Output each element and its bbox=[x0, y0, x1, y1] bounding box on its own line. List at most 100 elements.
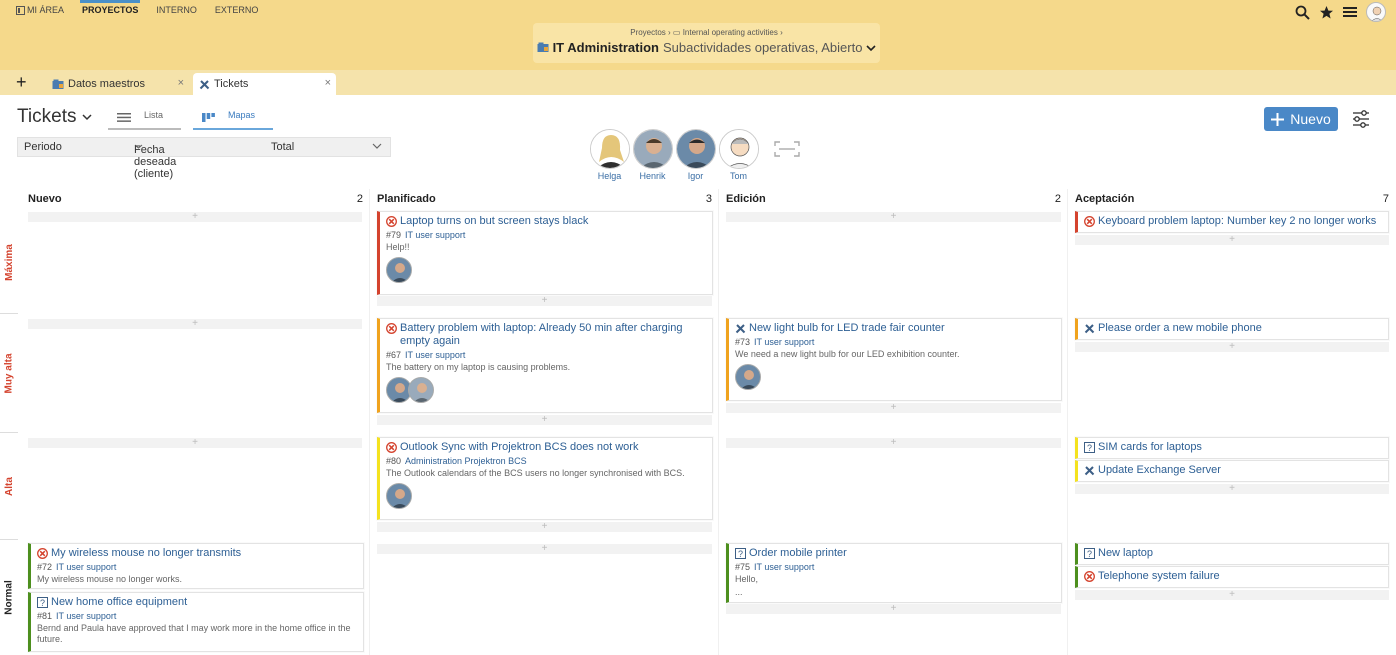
add-card-bar[interactable]: + bbox=[726, 403, 1061, 413]
nav-externo[interactable]: EXTERNO bbox=[215, 5, 259, 15]
view-mapas[interactable]: Mapas bbox=[193, 110, 274, 130]
card-title: Update Exchange Server bbox=[1098, 464, 1221, 476]
star-icon[interactable] bbox=[1318, 4, 1334, 20]
nav-interno[interactable]: INTERNO bbox=[156, 5, 197, 15]
tools-icon bbox=[1084, 323, 1095, 334]
add-card-bar[interactable]: + bbox=[377, 544, 712, 554]
add-card-bar[interactable]: + bbox=[377, 296, 712, 306]
ticket-card-telephone[interactable]: Telephone system failure bbox=[1075, 566, 1389, 588]
add-card-bar[interactable]: + bbox=[726, 604, 1061, 614]
svg-text:?: ? bbox=[1087, 443, 1092, 453]
menu-icon[interactable] bbox=[1342, 4, 1358, 20]
ticket-card-exchange[interactable]: Update Exchange Server bbox=[1075, 460, 1389, 482]
column-title: Nuevo bbox=[28, 193, 62, 205]
lane-label: Muy alta bbox=[3, 352, 15, 394]
add-tab-button[interactable]: + bbox=[16, 73, 27, 91]
avatar bbox=[386, 483, 412, 509]
ticket-card-keyboard[interactable]: Keyboard problem laptop: Number key 2 no… bbox=[1075, 211, 1389, 233]
lane-label: Alta bbox=[3, 476, 15, 496]
project-selector[interactable]: IT Administration Subactividades operati… bbox=[533, 40, 880, 55]
view-title-selector[interactable]: Tickets bbox=[17, 106, 92, 128]
person-igor[interactable]: Igor bbox=[675, 129, 716, 181]
add-card-bar[interactable]: + bbox=[726, 438, 1061, 448]
view-lista[interactable]: Lista bbox=[108, 110, 182, 130]
card-category[interactable]: IT user support bbox=[405, 230, 465, 240]
nav-proyectos[interactable]: PROYECTOS bbox=[80, 0, 141, 15]
ticket-card-new-laptop[interactable]: ? New laptop bbox=[1075, 543, 1389, 565]
card-category[interactable]: IT user support bbox=[754, 337, 814, 347]
top-icons bbox=[1294, 2, 1386, 22]
add-card-bar[interactable]: + bbox=[28, 438, 362, 448]
chevron-down-icon[interactable] bbox=[372, 141, 382, 153]
ticket-card-72[interactable]: My wireless mouse no longer transmits #7… bbox=[28, 543, 364, 589]
card-category[interactable]: IT user support bbox=[405, 350, 465, 360]
list-icon bbox=[117, 112, 131, 122]
add-card-bar[interactable]: + bbox=[1075, 590, 1389, 600]
breadcrumb[interactable]: Proyectos › ▭ Internal operating activit… bbox=[533, 28, 880, 37]
add-card-bar[interactable]: + bbox=[377, 415, 712, 425]
add-card-bar[interactable]: + bbox=[377, 522, 712, 532]
new-button[interactable]: Nuevo bbox=[1264, 107, 1338, 131]
card-category[interactable]: IT user support bbox=[754, 562, 814, 572]
card-id: #80 bbox=[386, 456, 402, 466]
tab-datos-maestros[interactable]: Datos maestros × bbox=[46, 73, 189, 95]
card-description: Help!! bbox=[386, 242, 410, 252]
card-category[interactable]: Administration Projektron BCS bbox=[405, 456, 527, 466]
card-title: SIM cards for laptops bbox=[1098, 441, 1202, 453]
column-divider bbox=[1067, 189, 1068, 655]
ticket-card-73[interactable]: New light bulb for LED trade fair counte… bbox=[726, 318, 1062, 401]
nav-mi-area-label: MI ÁREA bbox=[27, 5, 65, 15]
ticket-card-mobile-phone[interactable]: Please order a new mobile phone bbox=[1075, 318, 1389, 340]
lane-label: Máxima bbox=[3, 243, 15, 281]
card-category[interactable]: IT user support bbox=[56, 562, 116, 572]
add-card-bar[interactable]: + bbox=[28, 319, 362, 329]
search-icon[interactable] bbox=[1294, 4, 1310, 20]
nav-mi-area[interactable]: MI ÁREA bbox=[16, 5, 64, 15]
ticket-card-79[interactable]: Laptop turns on but screen stays black #… bbox=[377, 211, 713, 295]
ticket-card-75[interactable]: ? Order mobile printer #75 IT user support… bbox=[726, 543, 1062, 603]
person-helga[interactable]: Helga bbox=[589, 129, 630, 181]
close-icon[interactable]: × bbox=[178, 77, 184, 89]
filter-fecha[interactable]: Fecha deseada (cliente) bbox=[134, 141, 176, 180]
card-category[interactable]: IT user support bbox=[56, 611, 116, 621]
tools-icon bbox=[199, 79, 210, 89]
view-mapas-label: Mapas bbox=[228, 110, 256, 120]
tools-icon bbox=[1084, 465, 1095, 476]
chevron-down-icon bbox=[866, 44, 877, 51]
blocked-icon bbox=[37, 548, 48, 559]
tab-label: Tickets bbox=[214, 78, 249, 90]
svg-text:?: ? bbox=[40, 598, 45, 608]
filter-periodo[interactable]: Periodo bbox=[24, 141, 62, 153]
add-card-bar[interactable]: + bbox=[726, 212, 1061, 222]
add-card-bar[interactable]: + bbox=[28, 212, 362, 222]
ticket-card-67[interactable]: Battery problem with laptop: Already 50 … bbox=[377, 318, 713, 413]
tab-tickets[interactable]: Tickets × bbox=[193, 73, 336, 95]
column-count: 3 bbox=[705, 193, 712, 205]
add-card-bar[interactable]: + bbox=[1075, 484, 1389, 494]
settings-sliders-icon[interactable] bbox=[1351, 109, 1371, 129]
column-title: Aceptación bbox=[1075, 193, 1135, 205]
avatar bbox=[408, 377, 434, 403]
blocked-icon bbox=[386, 323, 397, 334]
add-card-bar[interactable]: + bbox=[1075, 342, 1389, 352]
add-card-bar[interactable]: + bbox=[1075, 235, 1389, 245]
close-icon[interactable]: × bbox=[325, 77, 331, 89]
card-title: Laptop turns on but screen stays black bbox=[400, 215, 589, 227]
avatar bbox=[718, 129, 759, 169]
view-lista-label: Lista bbox=[144, 110, 164, 120]
ticket-card-80[interactable]: Outlook Sync with Projektron BCS does no… bbox=[377, 437, 713, 520]
view-switch: Lista Mapas bbox=[108, 110, 274, 130]
card-description: The battery on my laptop is causing prob… bbox=[386, 362, 571, 372]
user-avatar[interactable] bbox=[1366, 2, 1386, 22]
person-tom[interactable]: Tom bbox=[718, 129, 759, 181]
ticket-card-81[interactable]: ? New home office equipment #81 IT user su… bbox=[28, 592, 364, 652]
filter-bar: Periodo Fecha deseada (cliente) Total bbox=[17, 137, 391, 180]
filter-total[interactable]: Total bbox=[271, 141, 294, 153]
question-icon: ? bbox=[1084, 442, 1095, 453]
ticket-card-sim-cards[interactable]: ? SIM cards for laptops bbox=[1075, 437, 1389, 459]
fit-view-icon[interactable] bbox=[774, 141, 800, 157]
project-subtitle: Subactividades operativas, Abierto bbox=[662, 40, 863, 55]
project-context: Proyectos › ▭ Internal operating activit… bbox=[533, 23, 880, 63]
column-nuevo: Nuevo 2 bbox=[28, 193, 363, 207]
person-henrik[interactable]: Henrik bbox=[632, 129, 673, 181]
